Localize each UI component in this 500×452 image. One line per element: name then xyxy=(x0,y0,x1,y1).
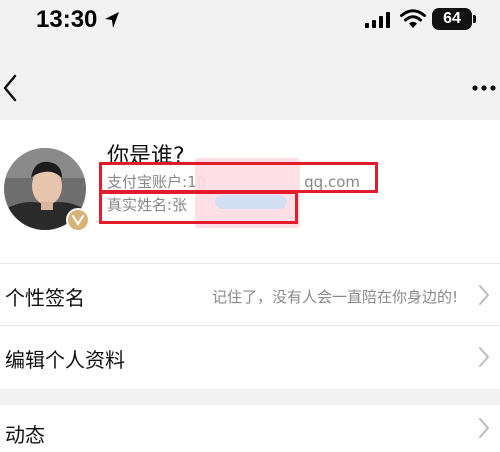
highlight-box-realname xyxy=(99,191,298,224)
location-arrow-icon xyxy=(105,12,119,28)
battery-level: 64 xyxy=(443,10,461,27)
back-arrow-icon[interactable] xyxy=(0,72,24,104)
more-options-icon[interactable] xyxy=(470,80,500,96)
wifi-icon xyxy=(400,9,426,28)
chevron-right-icon xyxy=(479,285,489,305)
status-bar: 13:30 64 xyxy=(0,0,500,44)
status-time: 13:30 xyxy=(36,6,98,33)
signature-label: 个性签名 xyxy=(5,286,85,310)
vip-badge-icon xyxy=(66,208,90,232)
chevron-right-icon xyxy=(479,347,489,367)
nav-bar xyxy=(0,56,500,120)
battery-icon: 64 xyxy=(432,8,476,30)
profile-card[interactable]: 你是谁? 支付宝账户:10qq.com 真实姓名:张 xyxy=(0,120,500,263)
signature-row[interactable]: 个性签名 记住了，没有人会一直陪在你身边的! xyxy=(0,263,500,325)
moments-row[interactable]: 动态 xyxy=(0,405,500,452)
edit-profile-row[interactable]: 编辑个人资料 xyxy=(0,325,500,389)
moments-label: 动态 xyxy=(5,423,45,447)
cellular-signal-icon xyxy=(365,12,390,28)
signature-value: 记住了，没有人会一直陪在你身边的! xyxy=(211,288,458,306)
chevron-right-icon xyxy=(479,418,489,438)
highlight-box-alipay xyxy=(99,162,378,193)
edit-profile-label: 编辑个人资料 xyxy=(5,348,125,372)
